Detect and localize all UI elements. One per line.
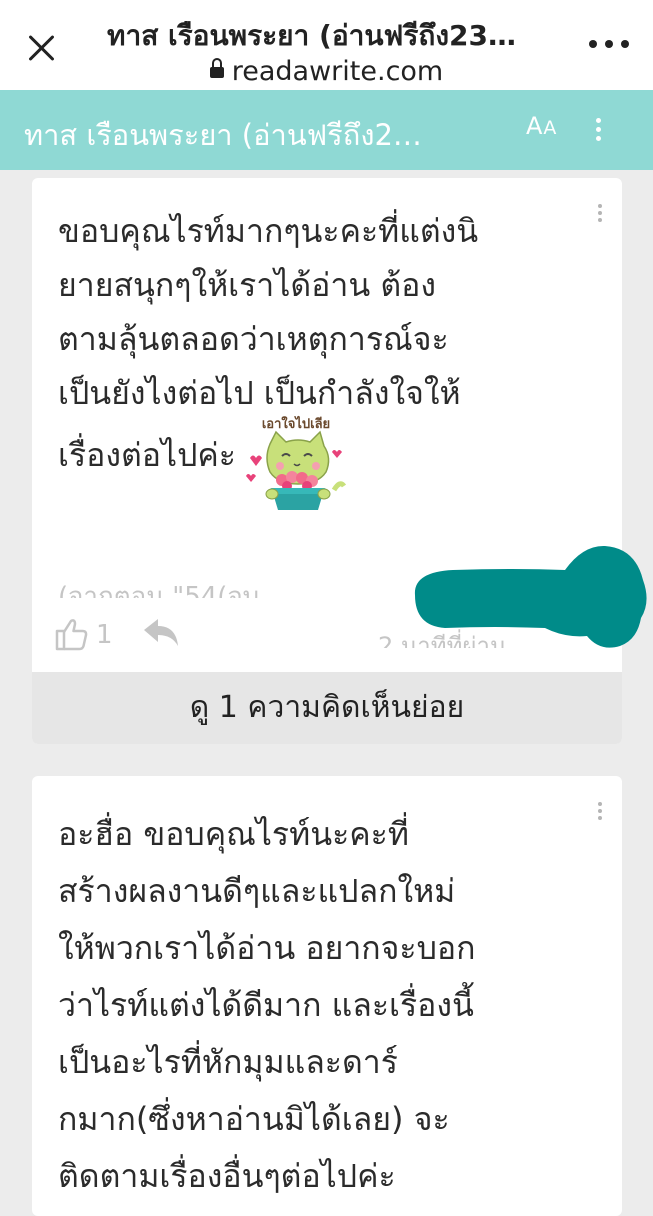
like-count: 1 <box>96 620 113 650</box>
more-icon[interactable] <box>589 40 629 52</box>
comment-line: เรื่องต่อไปค่ะ เอาใจไปเลีย <box>58 415 558 530</box>
comment-line: อะฮื่อ ขอบคุณไรท์นะคะที่ <box>58 815 409 853</box>
browser-bar: ทาส เรือนพระยา (อ่านฟรีถึง23… readawrite… <box>0 0 653 90</box>
reply-icon[interactable] <box>140 616 184 652</box>
font-size-icon[interactable]: AA <box>526 112 557 140</box>
browser-title: ทาส เรือนพระยา (อ่านฟรีถึง23… <box>107 19 516 52</box>
comment-menu-icon[interactable] <box>598 802 602 820</box>
comment-text: อะฮื่อ ขอบคุณไรท์นะคะที่ สร้างผลงานดีๆแล… <box>58 806 558 1205</box>
browser-url[interactable]: readawrite.com <box>0 56 653 87</box>
comment-line: เป็นยังไงต่อไป เป็นกำลังใจให้ <box>58 374 461 412</box>
comment-card: อะฮื่อ ขอบคุณไรท์นะคะที่ สร้างผลงานดีๆแล… <box>32 776 622 1216</box>
comment-line: ยายสนุกๆให้เราได้อ่าน ต้อง <box>58 266 436 304</box>
kebab-menu-icon[interactable] <box>596 118 602 142</box>
font-size-label-big: A <box>526 112 544 140</box>
font-size-label-small: A <box>543 117 558 139</box>
comment-line: ว่าไรท์แต่งได้ดีมาก และเรื่องนี้ <box>58 986 474 1024</box>
cat-sticker: เอาใจไปเลีย <box>242 414 350 516</box>
comment-line: ให้พวกเราได้อ่าน อยากจะบอก <box>58 929 476 967</box>
comment-line: กมาก(ซึ่งหาอ่านมิได้เลย) จะ <box>58 1100 450 1138</box>
story-title: ทาส เรือนพระยา (อ่านฟรีถึง2… <box>24 118 422 152</box>
sticker-text: เอาใจไปเลีย <box>262 415 330 432</box>
view-subcomments-button[interactable]: ดู 1 ความคิดเห็นย่อย <box>32 672 622 744</box>
like-icon[interactable] <box>54 616 90 652</box>
comment-menu-icon[interactable] <box>598 204 602 222</box>
app-header: ทาส เรือนพระยา (อ่านฟรีถึง2… AA <box>0 90 653 170</box>
redaction-scribble <box>414 545 647 648</box>
comment-line: ตามลุ้นตลอดว่าเหตุการณ์จะ <box>58 320 449 358</box>
lock-icon <box>209 58 224 78</box>
comment-line: ขอบคุณไรท์มากๆนะคะที่แต่งนิ <box>58 212 479 250</box>
comment-line: เป็นอะไรที่หักมุมและดาร์ <box>58 1043 398 1081</box>
comment-card: ขอบคุณไรท์มากๆนะคะที่แต่งนิ ยายสนุกๆให้เ… <box>32 178 622 744</box>
url-text: readawrite.com <box>231 56 444 87</box>
comment-line: ติดตามเรื่องอื่นๆต่อไปค่ะ <box>58 1157 396 1195</box>
comment-source-link[interactable]: (จากตอน "54(จบ <box>58 576 259 598</box>
comment-line: สร้างผลงานดีๆและแปลกใหม่ <box>58 872 456 910</box>
comment-text: ขอบคุณไรท์มากๆนะคะที่แต่งนิ ยายสนุกๆให้เ… <box>58 204 558 530</box>
comment-line-text: เรื่องต่อไปค่ะ <box>58 436 236 474</box>
